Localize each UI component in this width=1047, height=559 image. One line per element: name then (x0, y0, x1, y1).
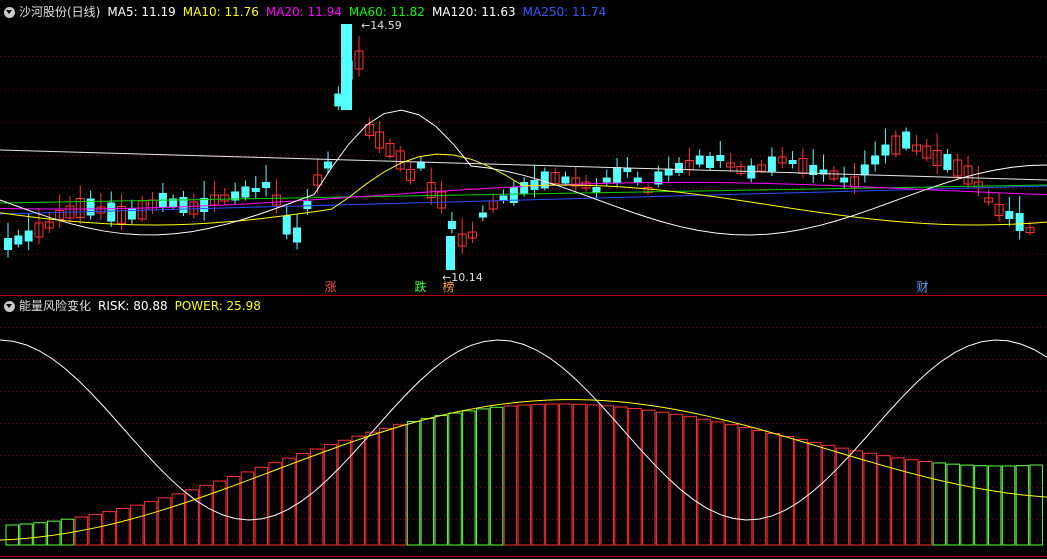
high-price-annotation: ←14.59 (361, 19, 402, 32)
candle-down (943, 154, 952, 170)
candle-low (446, 236, 455, 270)
sub-panel-header: 能量风险变化 RISK: 80.88 POWER: 25.98 (0, 296, 268, 316)
collapse-icon[interactable] (4, 300, 15, 312)
candle-down (499, 195, 508, 201)
candle-down (324, 161, 333, 169)
stock-title: 沙河股份(日线) (19, 5, 101, 19)
candle-down (251, 188, 260, 192)
candle-down (200, 198, 209, 212)
candle-down (788, 160, 797, 164)
candle-down (716, 155, 725, 161)
power-label: POWER: 25.98 (174, 299, 261, 313)
candle-down (592, 187, 601, 193)
main-panel-header: 沙河股份(日线) MA5: 11.19 MA10: 11.76 MA20: 11… (0, 2, 613, 22)
candle-down (478, 212, 487, 218)
candle-down (602, 177, 611, 183)
candle-down (24, 230, 33, 242)
candle-down (695, 155, 704, 165)
candle-down (902, 131, 911, 149)
ma120-label: MA120: 11.63 (431, 5, 516, 19)
candle-down (840, 177, 849, 183)
candle-down (520, 182, 529, 194)
candle-down (871, 155, 880, 165)
candle-down (282, 215, 291, 235)
candle-down (1015, 213, 1024, 231)
ma250-label: MA250: 11.74 (522, 5, 607, 19)
sub-panel-title: 能量风险变化 (19, 299, 92, 313)
candle-down (860, 164, 869, 176)
candle-down (262, 182, 271, 188)
candle-down (623, 168, 632, 172)
candle-down (447, 221, 456, 229)
ma10-label: MA10: 11.76 (182, 5, 259, 19)
candle-down (4, 238, 12, 250)
chart-window[interactable]: 沙河股份(日线) MA5: 11.19 MA10: 11.76 MA20: 11… (0, 0, 1047, 559)
candle-down (705, 156, 714, 168)
risk-label: RISK: 80.88 (98, 299, 168, 313)
candle-down (241, 186, 250, 198)
candle-down (675, 163, 684, 173)
ma20-label: MA20: 11.94 (265, 5, 342, 19)
badge-fall[interactable]: 跌 (412, 280, 429, 295)
candle-down (107, 202, 116, 222)
candlestick-chart[interactable] (0, 0, 1047, 559)
candle-down (303, 201, 312, 209)
badge-rise[interactable]: 涨 (322, 280, 339, 295)
candle-down (14, 235, 23, 245)
candle-down (561, 176, 570, 184)
candle-down (293, 227, 302, 243)
candle-down (881, 144, 890, 156)
ma5-label: MA5: 11.19 (107, 5, 176, 19)
candle-down (767, 156, 776, 172)
candle-down (613, 167, 622, 183)
collapse-icon[interactable] (4, 6, 15, 18)
candle-down (1005, 211, 1014, 219)
candle-down (633, 177, 642, 183)
candle-high (341, 24, 352, 110)
badge-rank[interactable]: 榜 (440, 280, 457, 295)
badge-finance[interactable]: 财 (914, 280, 931, 295)
